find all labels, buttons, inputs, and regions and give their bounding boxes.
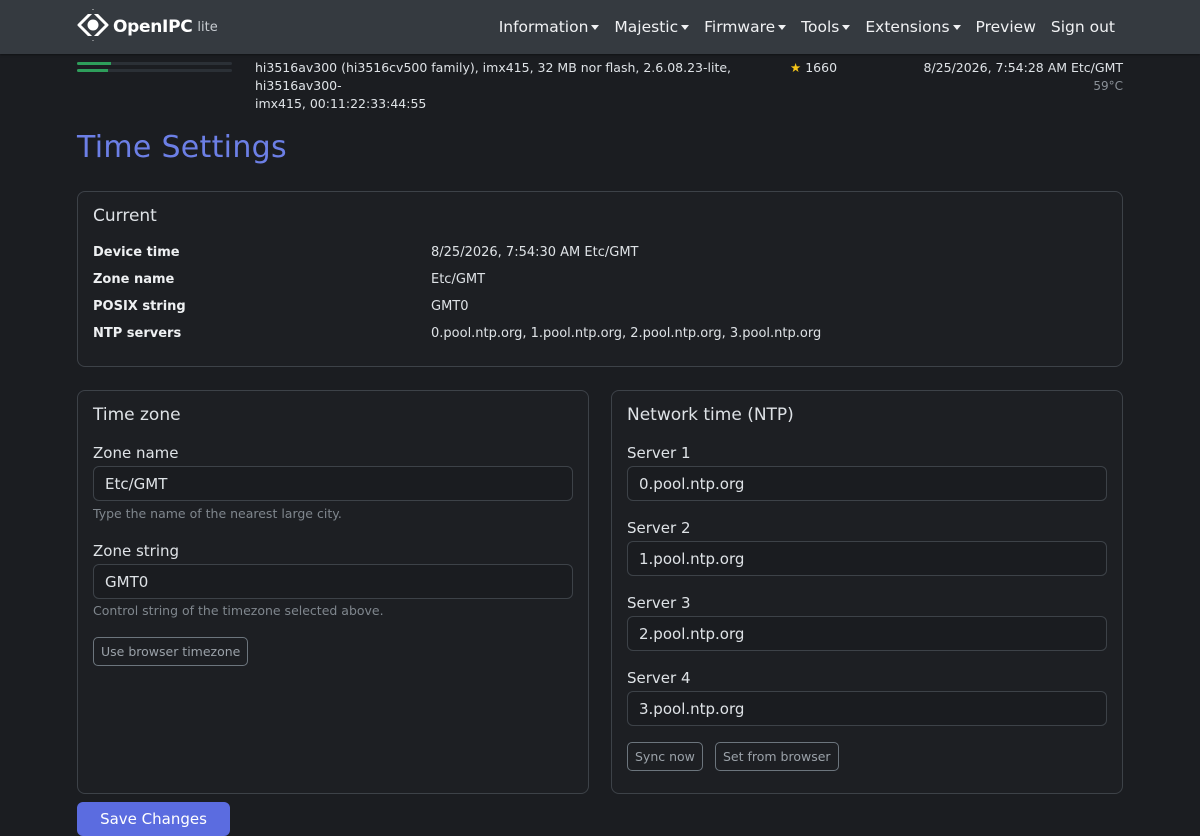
nav-firmware[interactable]: Firmware [704,18,787,36]
server-3-input[interactable] [627,616,1107,651]
server-1-input[interactable] [627,466,1107,501]
info-key: NTP servers [93,326,182,341]
caret-down-icon [681,25,690,30]
main-menu: Information Majestic Firmware Tools Exte… [484,0,1115,54]
info-value: Etc/GMT [431,272,486,287]
soc-temperature: 59°C [1093,79,1123,93]
server-3-label: Server 3 [627,594,691,612]
zone-string-help: Control string of the timezone selected … [93,603,384,618]
card-heading: Current [93,206,157,226]
resource-usage-bars [77,62,232,74]
nav-preview[interactable]: Preview [976,18,1036,36]
server-1-label: Server 1 [627,444,691,462]
sync-now-button[interactable]: Sync now [627,742,703,771]
server-2-input[interactable] [627,541,1107,576]
info-value: 0.pool.ntp.org, 1.pool.ntp.org, 2.pool.n… [431,326,822,341]
nav-sign-out[interactable]: Sign out [1051,18,1115,36]
info-key: Device time [93,245,180,260]
info-value: 8/25/2026, 7:54:30 AM Etc/GMT [431,245,639,260]
page-title: Time Settings [77,130,287,165]
caret-down-icon [842,25,851,30]
nav-information[interactable]: Information [499,18,600,36]
zone-string-input[interactable] [93,564,573,599]
nav-majestic[interactable]: Majestic [614,18,690,36]
card-heading: Network time (NTP) [627,405,794,425]
github-stars[interactable]: ★ 1660 [790,59,837,77]
openipc-logo-icon [77,9,109,45]
system-info: hi3516av300 (hi3516cv500 family), imx415… [255,59,775,113]
system-info-line-1: hi3516av300 (hi3516cv500 family), imx415… [255,60,732,93]
zone-name-label: Zone name [93,444,179,462]
memory-usage-bar [77,62,232,65]
brand-logo-link[interactable]: OpenIPC lite [77,9,218,45]
overlay-usage-bar [77,69,232,72]
zone-name-help: Type the name of the nearest large city. [93,506,342,521]
star-icon: ★ [790,60,802,75]
info-key: POSIX string [93,299,186,314]
device-clock: 8/25/2026, 7:54:28 AM Etc/GMT 59°C [924,59,1124,95]
caret-down-icon [952,25,961,30]
caret-down-icon [778,25,787,30]
system-info-line-2: imx415, 00:11:22:33:44:55 [255,96,427,111]
nav-extensions[interactable]: Extensions [865,18,961,36]
top-navbar: OpenIPC lite Information Majestic Firmwa… [0,0,1200,54]
info-value: GMT0 [431,299,469,314]
stars-count: 1660 [805,60,838,75]
set-from-browser-button[interactable]: Set from browser [715,742,839,771]
info-key: Zone name [93,272,175,287]
brand-name: OpenIPC [113,17,193,37]
use-browser-timezone-button[interactable]: Use browser timezone [93,637,249,666]
card-heading: Time zone [93,405,181,425]
save-changes-button[interactable]: Save Changes [77,802,230,836]
ntp-card: Network time (NTP) Server 1 Server 2 Ser… [611,390,1123,794]
server-2-label: Server 2 [627,519,691,537]
server-4-label: Server 4 [627,669,691,687]
zone-string-label: Zone string [93,542,180,560]
current-settings-card: Current Device time 8/25/2026, 7:54:30 A… [77,191,1123,367]
time-zone-card: Time zone Zone name Type the name of the… [77,390,589,794]
brand-suffix: lite [197,19,218,35]
device-datetime: 8/25/2026, 7:54:28 AM Etc/GMT [923,60,1124,75]
caret-down-icon [591,25,600,30]
nav-tools[interactable]: Tools [801,18,851,36]
zone-name-input[interactable] [93,466,573,501]
server-4-input[interactable] [627,691,1107,726]
